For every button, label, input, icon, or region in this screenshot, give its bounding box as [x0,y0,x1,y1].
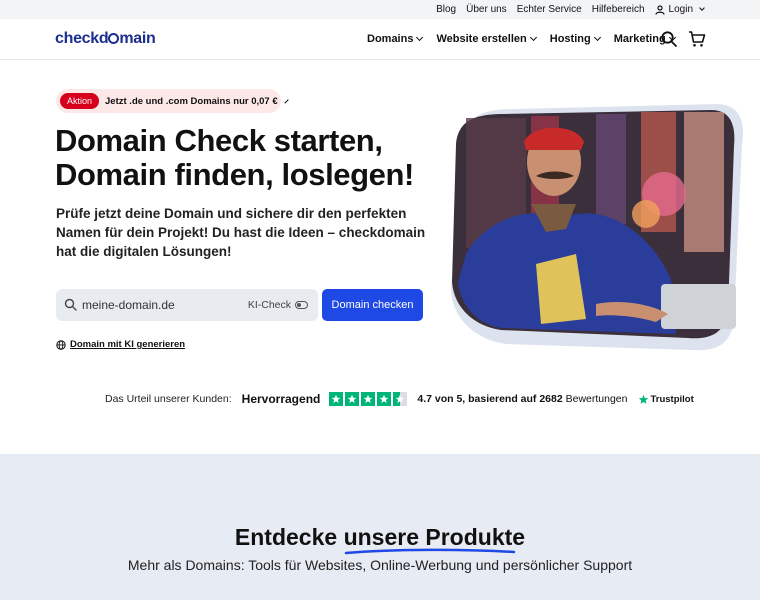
ai-link-label: Domain mit KI generieren [70,339,186,350]
trust-rating-word: Hervorragend [241,392,321,406]
toggle-icon [295,301,308,309]
ai-generate-link[interactable]: Domain mit KI generieren [56,339,185,350]
login-label: Login [668,4,693,15]
main-navigation: checkd main Domains Website erstellen Hos… [0,19,760,60]
globe-icon [56,339,66,350]
link-ueber-uns[interactable]: Über uns [466,4,507,15]
products-title-highlight-text: unsere Produkte [343,524,526,550]
nav-item-label: Website erstellen [436,33,527,45]
nav-item-website-erstellen[interactable]: Website erstellen [436,33,537,45]
hero-photo [451,104,743,351]
nav-item-label: Domains [367,33,414,45]
chevron-down-icon [529,33,537,42]
promo-badge: Aktion [60,93,100,109]
trustpilot-logo: Trustpilot [638,394,694,405]
chevron-down-icon [593,33,601,42]
nav-item-hosting[interactable]: Hosting [549,33,601,45]
search-icon [64,298,77,311]
promo-text: Jetzt .de und .com Domains nur 0,07 € [105,95,278,107]
logo-text-end: main [119,30,156,47]
trustpilot-star-icon [638,394,648,404]
chevron-right-icon [284,98,289,104]
trust-score: 4.7 von 5, basierend auf 2682 Bewertunge… [417,393,627,405]
top-utility-bar: Blog Über uns Echter Service Hilfebereic… [0,0,760,19]
utility-links: Blog Über uns Echter Service Hilfebereic… [436,0,705,19]
trust-review-count: 2682 [539,393,563,405]
domain-search-input[interactable] [82,289,242,321]
products-title-highlight: unsere Produkte [343,524,526,555]
star-icon [345,392,360,406]
half-star-icon [393,392,408,406]
star-icon [361,392,376,406]
page-title: Domain Check starten, Domain finden, los… [55,124,435,192]
chevron-down-icon [416,33,424,42]
underline-swoosh [344,548,515,555]
link-echter-service[interactable]: Echter Service [517,4,582,15]
trust-score-text: 4.7 von 5, basierend auf [417,393,537,405]
headline-line-1: Domain Check starten, [55,123,383,158]
logo[interactable]: checkd main [55,30,156,48]
trust-stars [329,392,408,406]
ki-check-label: KI-Check [247,299,291,311]
cart-icon[interactable] [688,30,706,48]
products-title-start: Entdecke [234,524,338,550]
chevron-down-icon [699,5,705,11]
nav-item-label: Marketing [613,33,666,45]
trustpilot-label: Trustpilot [650,393,694,405]
user-icon [654,4,665,15]
trustpilot-bar[interactable]: Das Urteil unserer Kunden: Hervorragend … [105,390,694,408]
promo-banner[interactable]: Aktion Jetzt .de und .com Domains nur 0,… [56,89,289,113]
domain-check-button[interactable]: Domain checken [322,289,423,321]
ki-check-toggle[interactable]: KI-Check [248,299,308,311]
star-icon [329,392,344,406]
domain-search-box: KI-Check [56,289,318,321]
nav-item-label: Hosting [549,33,591,45]
login-button[interactable]: Login [654,4,705,15]
hero-lead-text: Prüfe jetzt deine Domain und sichere dir… [56,206,426,259]
logo-o-mark [108,33,120,44]
link-blog[interactable]: Blog [436,4,456,15]
trust-score-suffix: Bewertungen [565,393,628,405]
nav-menu: Domains Website erstellen Hosting Market… [367,19,676,59]
nav-item-domains[interactable]: Domains [367,33,424,45]
headline-line-2: Domain finden, loslegen! [55,157,414,192]
logo-text-start: checkd [55,30,109,47]
search-icon[interactable] [660,30,678,48]
products-subtitle: Mehr als Domains: Tools für Websites, On… [127,557,633,573]
link-hilfebereich[interactable]: Hilfebereich [592,4,645,15]
products-title: Entdecke unsere Produkte [0,524,760,555]
trust-label: Das Urteil unserer Kunden: [105,393,232,405]
star-icon [377,392,392,406]
